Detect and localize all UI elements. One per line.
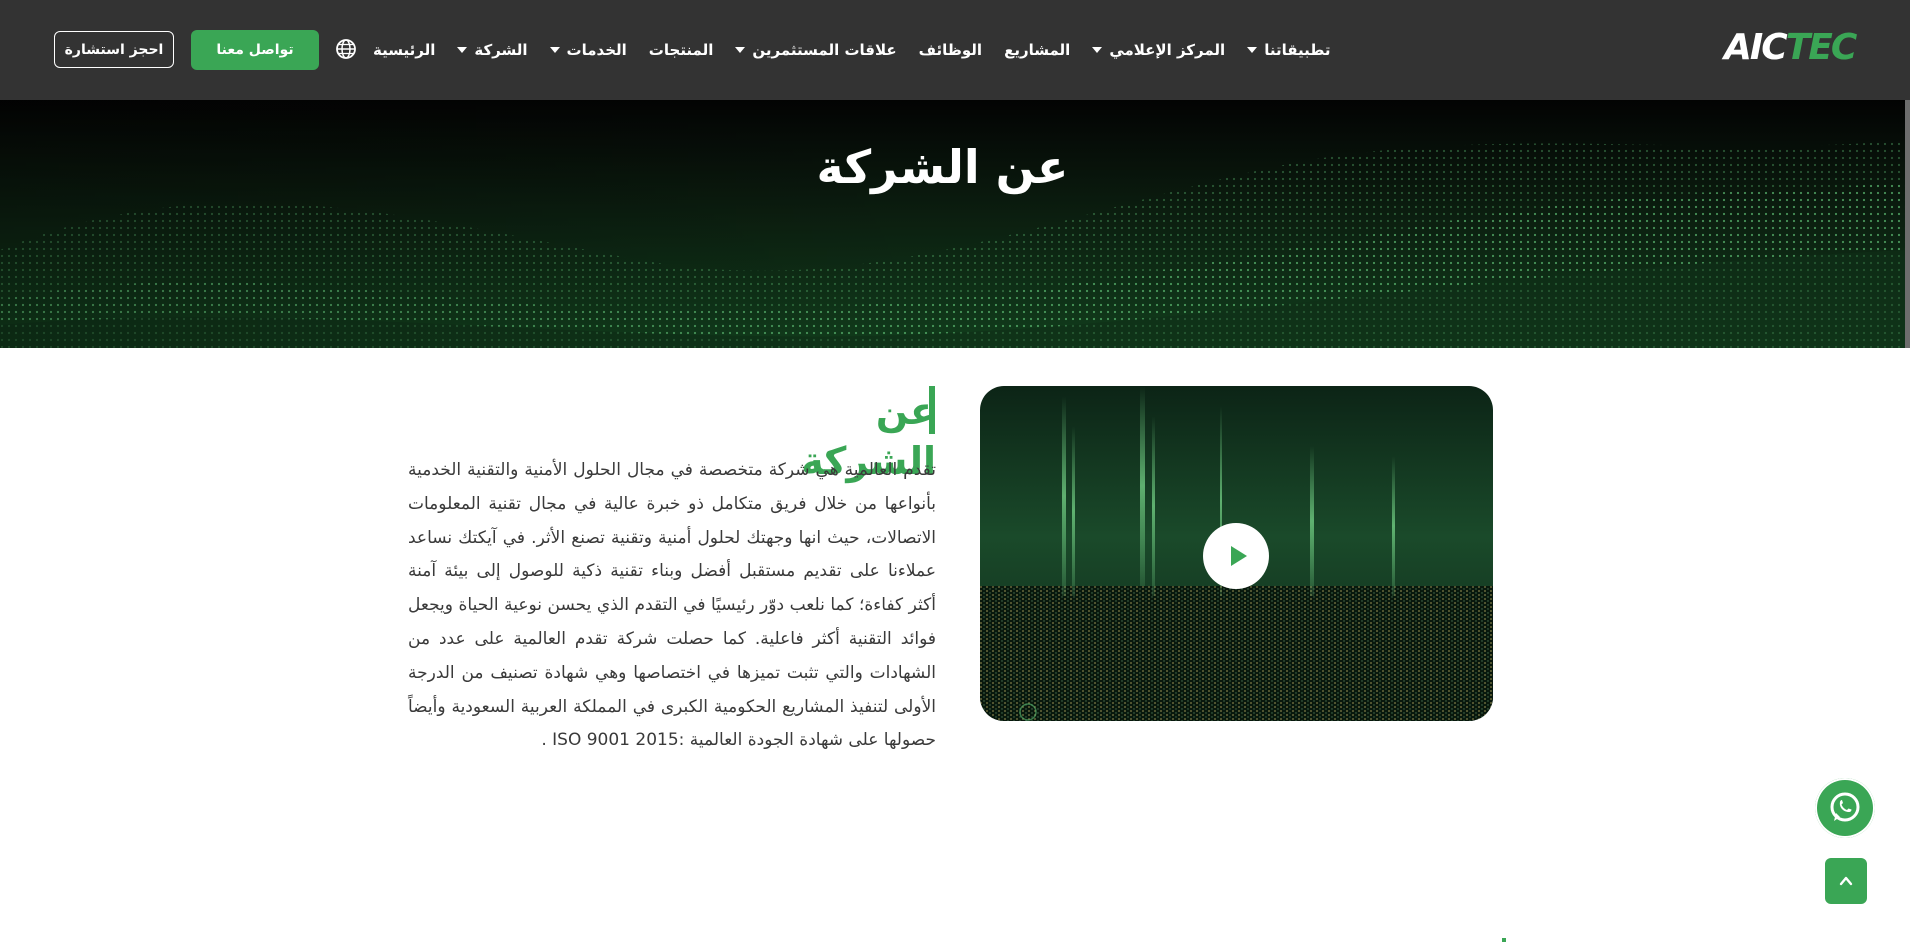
decorative-dot [1502, 938, 1506, 942]
hero-title: عن الشركة [816, 140, 1069, 194]
hero-wave-pattern [0, 100, 1905, 348]
nav-item-label: المنتجات [648, 41, 714, 59]
book-consultation-button[interactable]: احجز استشارة [54, 31, 174, 68]
chevron-up-icon [1839, 876, 1853, 886]
nav-item-label: الوظائف [918, 41, 983, 59]
globe-icon[interactable] [335, 38, 357, 60]
nav-item-label: علاقات المستثمرين [752, 41, 897, 59]
nav-item-3[interactable]: المنتجات [649, 41, 714, 59]
nav-item-label: المركز الإعلامي [1109, 41, 1226, 59]
logo-text-aic: AIC [1724, 27, 1788, 68]
nav-item-label: الشركة [474, 41, 528, 59]
logo-text-tec: TEC [1785, 27, 1858, 68]
nav-item-2[interactable]: الخدمات [549, 41, 627, 59]
main-nav: الرئيسية الشركة الخدمات المنتجات علاقات المس… [373, 0, 1331, 100]
about-title: عن الشركة [801, 389, 936, 483]
chevron-down-icon [549, 47, 560, 53]
page-scrollbar[interactable] [1905, 100, 1910, 348]
play-button[interactable] [1203, 523, 1269, 589]
nav-item-label: تطبيقاتنا [1264, 41, 1331, 59]
contact-us-button[interactable]: تواصل معنا [191, 30, 319, 70]
nav-item-0[interactable]: الرئيسية [373, 41, 435, 59]
site-logo[interactable]: AICTEC [1724, 27, 1857, 68]
about-body-text: تقدم العالمية هي شركة متخصصة في مجال الح… [408, 460, 936, 751]
nav-item-label: الرئيسية [373, 41, 436, 59]
chevron-down-icon [735, 47, 746, 53]
chevron-down-icon [1092, 47, 1103, 53]
nav-item-8[interactable]: تطبيقاتنا [1247, 41, 1331, 59]
nav-item-1[interactable]: الشركة [457, 41, 528, 59]
site-header: AICTEC الرئيسية الشركة الخدمات المنتجات علاق… [0, 0, 1910, 100]
hero-banner: عن الشركة [0, 100, 1905, 348]
nav-item-4[interactable]: علاقات المستثمرين [735, 41, 897, 59]
nav-item-6[interactable]: المشاريع [1004, 41, 1070, 59]
chevron-down-icon [1247, 47, 1258, 53]
nav-item-label: الخدمات [566, 41, 627, 59]
whatsapp-icon[interactable] [1815, 778, 1875, 838]
back-to-top-button[interactable] [1825, 858, 1867, 904]
play-icon [1230, 546, 1247, 566]
nav-item-5[interactable]: الوظائف [919, 41, 982, 59]
chevron-down-icon [457, 47, 468, 53]
nav-item-label: المشاريع [1004, 41, 1071, 59]
nav-item-7[interactable]: المركز الإعلامي [1092, 41, 1225, 59]
